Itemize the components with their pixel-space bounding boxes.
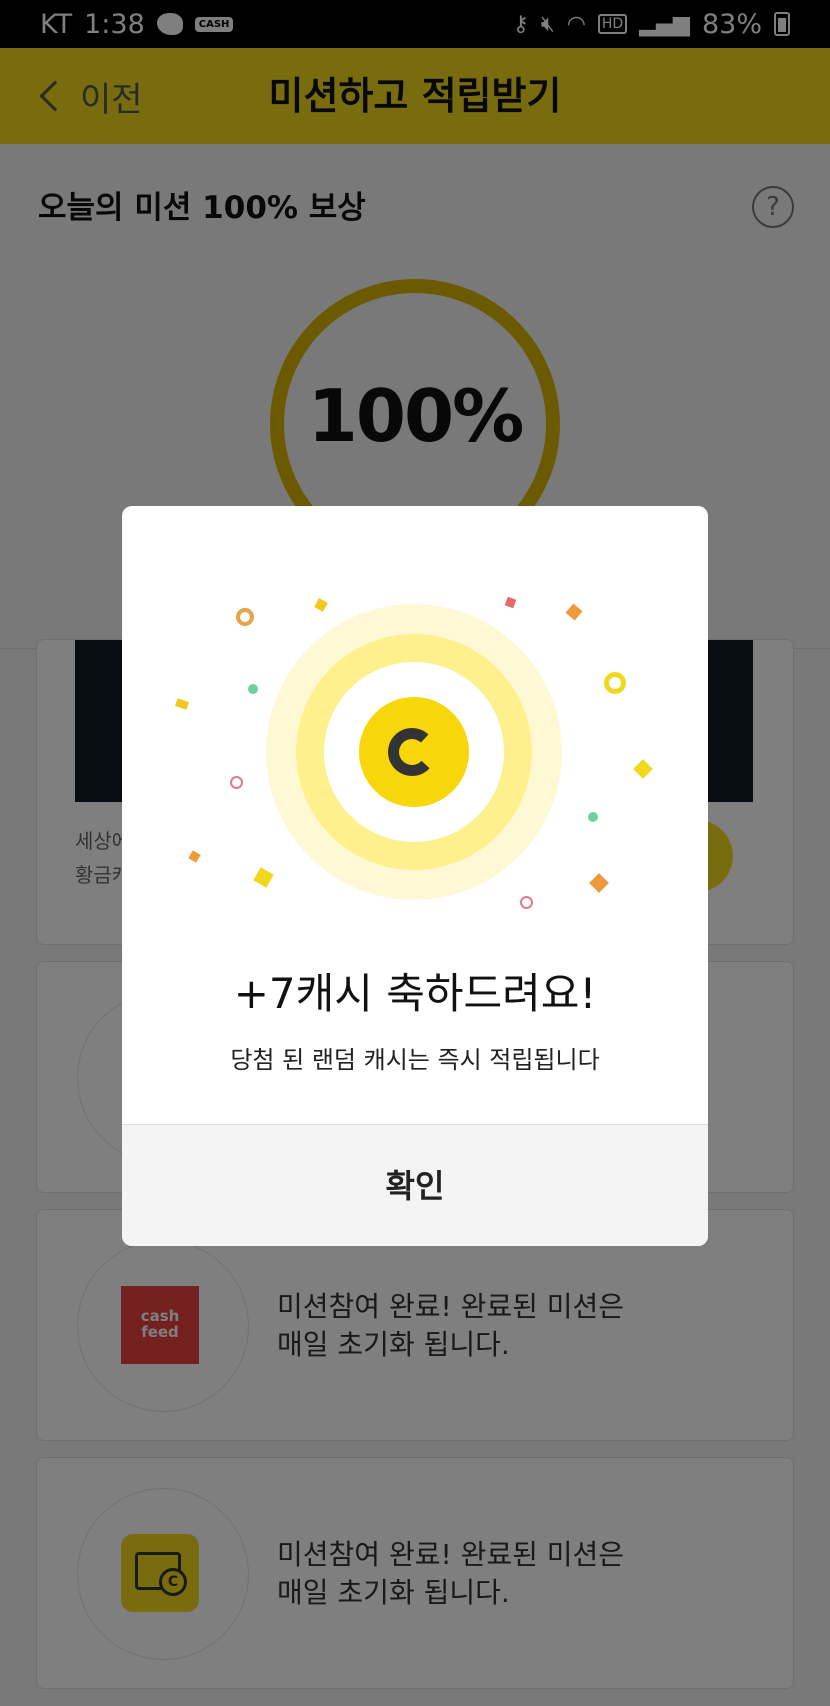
confetti-piece — [188, 850, 201, 863]
reward-dialog: +7캐시 축하드려요! 당첨 된 랜덤 캐시는 즉시 적립됩니다 확인 — [122, 506, 708, 1246]
confetti-dot — [588, 812, 598, 822]
confetti-piece — [633, 759, 653, 779]
confetti-piece — [589, 873, 609, 893]
confetti-ring — [230, 776, 243, 789]
reward-subtitle: 당첨 된 랜덤 캐시는 즉시 적립됩니다 — [230, 1046, 600, 1074]
reward-illustration — [122, 506, 708, 926]
confirm-button[interactable]: 확인 — [122, 1124, 708, 1246]
coin-c-letter — [387, 727, 437, 777]
confetti-ring — [604, 672, 626, 694]
cash-coin-icon — [359, 697, 469, 807]
reward-title: +7캐시 축하드려요! — [233, 969, 597, 1018]
confetti-dot — [248, 684, 258, 694]
confetti-piece — [174, 698, 190, 710]
confetti-piece — [314, 598, 328, 612]
confetti-piece — [504, 596, 517, 609]
confetti-piece — [253, 867, 274, 888]
confetti-ring — [520, 896, 533, 909]
confetti-ring — [236, 608, 254, 626]
confetti-piece — [565, 603, 583, 621]
